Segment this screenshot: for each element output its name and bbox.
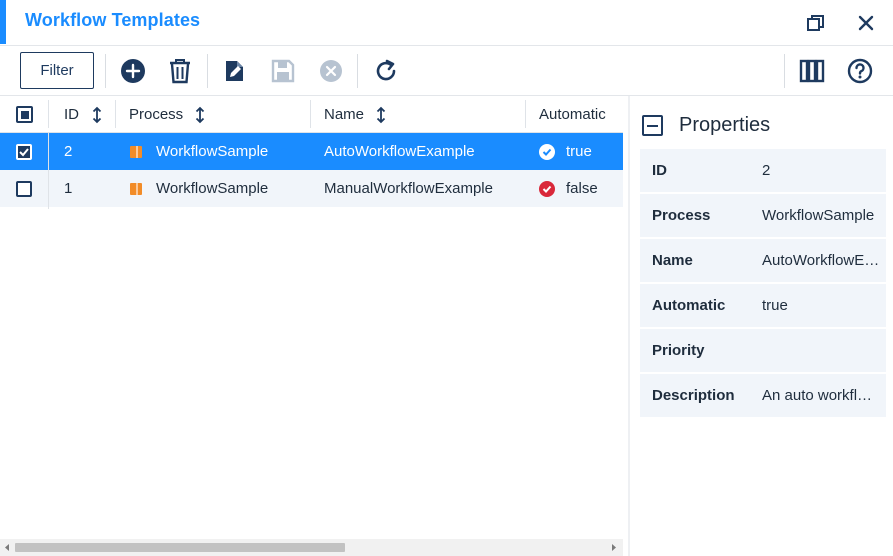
- property-value: 2: [762, 162, 771, 179]
- cell-id: 2: [64, 143, 73, 160]
- property-row-description: Description An auto workflow example: [640, 374, 886, 417]
- cancel-circle-icon[interactable]: [318, 58, 344, 84]
- column-divider: [310, 100, 311, 128]
- select-all-checkbox[interactable]: [16, 106, 33, 123]
- row-checkbox[interactable]: [16, 181, 32, 197]
- toolbar-divider: [357, 54, 358, 88]
- property-row-id: ID 2: [640, 149, 886, 192]
- trash-icon[interactable]: [167, 58, 193, 84]
- properties-title: Properties: [679, 114, 771, 136]
- table-row[interactable]: 1 WorkflowSample ManualWorkflowExample f…: [0, 170, 623, 207]
- column-header-id[interactable]: ID: [64, 96, 103, 133]
- process-icon: [130, 145, 142, 158]
- scroll-left-arrow-icon[interactable]: [2, 539, 12, 556]
- data-grid: ID Process Name Automatic 2 WorkflowSamp…: [0, 96, 623, 556]
- horizontal-scrollbar[interactable]: [0, 539, 623, 556]
- column-divider: [48, 133, 49, 209]
- sort-icon[interactable]: [375, 106, 387, 124]
- help-icon[interactable]: [847, 58, 873, 84]
- cell-process: WorkflowSample: [129, 133, 268, 170]
- title-accent-bar: [0, 0, 6, 44]
- grid-header: ID Process Name Automatic: [0, 96, 623, 133]
- property-value: true: [762, 297, 788, 314]
- property-value: AutoWorkflowExample: [762, 252, 880, 269]
- cell-process: WorkflowSample: [129, 170, 268, 207]
- column-header-label: Automatic: [539, 106, 606, 123]
- property-row-priority: Priority: [640, 329, 886, 372]
- filter-button[interactable]: Filter: [20, 52, 94, 89]
- restore-window-icon[interactable]: [804, 11, 828, 35]
- toolbar: Filter: [0, 46, 893, 96]
- close-icon[interactable]: [854, 11, 878, 35]
- scrollbar-thumb[interactable]: [15, 543, 345, 552]
- property-label: Priority: [652, 342, 705, 359]
- cell-automatic: false: [539, 170, 598, 207]
- column-header-process[interactable]: Process: [129, 96, 206, 133]
- column-divider: [115, 100, 116, 128]
- column-divider: [525, 100, 526, 128]
- column-divider: [48, 100, 49, 128]
- property-label: Name: [652, 252, 693, 269]
- property-value: WorkflowSample: [762, 207, 875, 224]
- column-header-name[interactable]: Name: [324, 96, 387, 133]
- cell-name: ManualWorkflowExample: [324, 180, 493, 197]
- process-icon: [130, 182, 142, 195]
- property-row-automatic: Automatic true: [640, 284, 886, 327]
- cell-name: AutoWorkflowExample: [324, 143, 475, 160]
- sort-icon[interactable]: [194, 106, 206, 124]
- column-header-label: ID: [64, 106, 79, 123]
- cell-automatic-label: false: [566, 180, 598, 197]
- properties-panel: Properties ID 2 Process WorkflowSample N…: [630, 96, 893, 556]
- property-label: ID: [652, 162, 667, 179]
- property-value: An auto workflow example: [762, 387, 880, 404]
- property-row-process: Process WorkflowSample: [640, 194, 886, 237]
- cell-automatic: true: [539, 133, 592, 170]
- property-label: Automatic: [652, 297, 726, 314]
- scroll-right-arrow-icon[interactable]: [609, 539, 619, 556]
- property-label: Process: [652, 207, 711, 224]
- property-row-name: Name AutoWorkflowExample: [640, 239, 886, 282]
- property-value: [762, 329, 886, 372]
- toolbar-divider: [105, 54, 106, 88]
- edit-document-icon[interactable]: [222, 58, 248, 84]
- property-label: Description: [652, 387, 735, 404]
- save-icon[interactable]: [270, 58, 296, 84]
- error-circle-icon: [539, 180, 555, 197]
- refresh-icon[interactable]: [373, 58, 399, 84]
- toolbar-divider: [207, 54, 208, 88]
- cell-automatic-label: true: [566, 143, 592, 160]
- cell-process-label: WorkflowSample: [156, 180, 269, 197]
- collapse-icon[interactable]: [642, 115, 663, 136]
- window-title: Workflow Templates: [25, 10, 201, 30]
- toolbar-divider: [784, 54, 785, 88]
- column-header-label: Name: [324, 106, 365, 123]
- cell-process-label: WorkflowSample: [156, 143, 269, 160]
- add-circle-icon[interactable]: [120, 58, 146, 84]
- column-header-automatic[interactable]: Automatic: [539, 96, 606, 133]
- row-checkbox[interactable]: [16, 144, 32, 160]
- check-circle-icon: [539, 143, 555, 160]
- sort-icon[interactable]: [91, 106, 103, 124]
- cell-id: 1: [64, 180, 73, 197]
- columns-icon[interactable]: [799, 58, 825, 84]
- title-bar: Workflow Templates: [0, 0, 893, 46]
- column-header-label: Process: [129, 106, 184, 123]
- table-row[interactable]: 2 WorkflowSample AutoWorkflowExample tru…: [0, 133, 623, 170]
